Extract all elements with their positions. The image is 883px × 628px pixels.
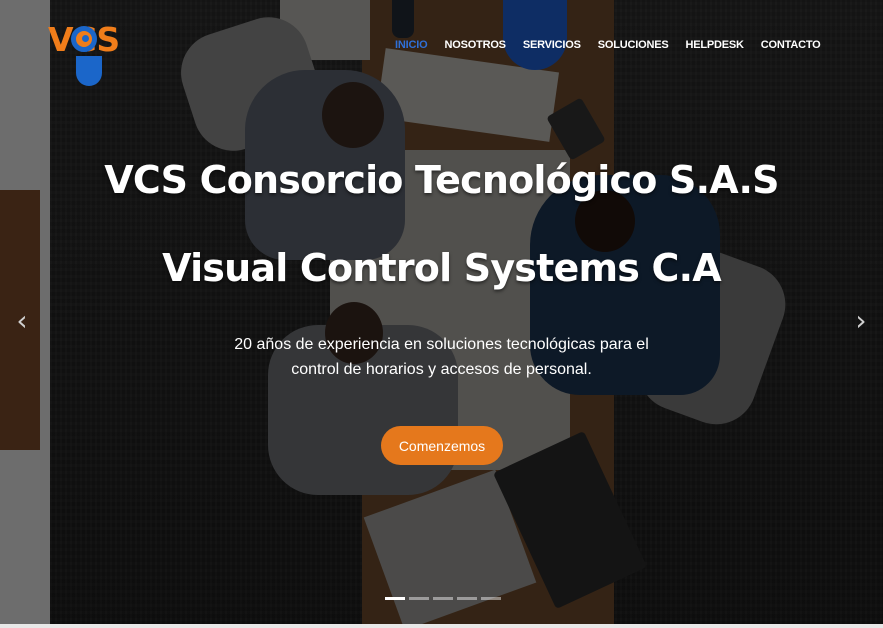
- hero-description-line: control de horarios y accesos de persona…: [291, 361, 592, 378]
- nav-item-contacto[interactable]: CONTACTO: [752, 38, 829, 52]
- carousel-indicator[interactable]: [409, 597, 429, 600]
- chevron-left-icon[interactable]: ‹: [12, 306, 32, 336]
- hero-subtitle-title: Visual Control Systems C.A: [162, 246, 722, 290]
- logo[interactable]: VCS: [48, 18, 124, 86]
- nav-item-helpdesk[interactable]: HELPDESK: [677, 38, 752, 52]
- hero-title: VCS Consorcio Tecnológico S.A.S: [104, 158, 779, 202]
- main-nav: INICIO NOSOTROS SERVICIOS SOLUCIONES HEL…: [387, 38, 829, 52]
- start-button[interactable]: Comenzemos: [381, 426, 503, 465]
- nav-item-servicios[interactable]: SERVICIOS: [514, 38, 589, 52]
- logo-mark: [76, 56, 102, 86]
- carousel-indicator[interactable]: [481, 597, 501, 600]
- hero-description: 20 años de experiencia en soluciones tec…: [0, 332, 883, 382]
- carousel-indicators: [385, 597, 501, 600]
- chevron-right-icon[interactable]: ›: [851, 306, 871, 336]
- nav-item-soluciones[interactable]: SOLUCIONES: [589, 38, 677, 52]
- hero-carousel: [0, 0, 883, 628]
- nav-item-inicio[interactable]: INICIO: [387, 38, 436, 52]
- carousel-indicator[interactable]: [385, 597, 405, 600]
- carousel-indicator[interactable]: [457, 597, 477, 600]
- hero-overlay: [0, 0, 883, 628]
- hero-description-line: 20 años de experiencia en soluciones tec…: [234, 336, 649, 353]
- carousel-indicator[interactable]: [433, 597, 453, 600]
- logo-mark: [71, 26, 97, 52]
- page-bottom-edge: [0, 624, 883, 628]
- nav-item-nosotros[interactable]: NOSOTROS: [436, 38, 514, 52]
